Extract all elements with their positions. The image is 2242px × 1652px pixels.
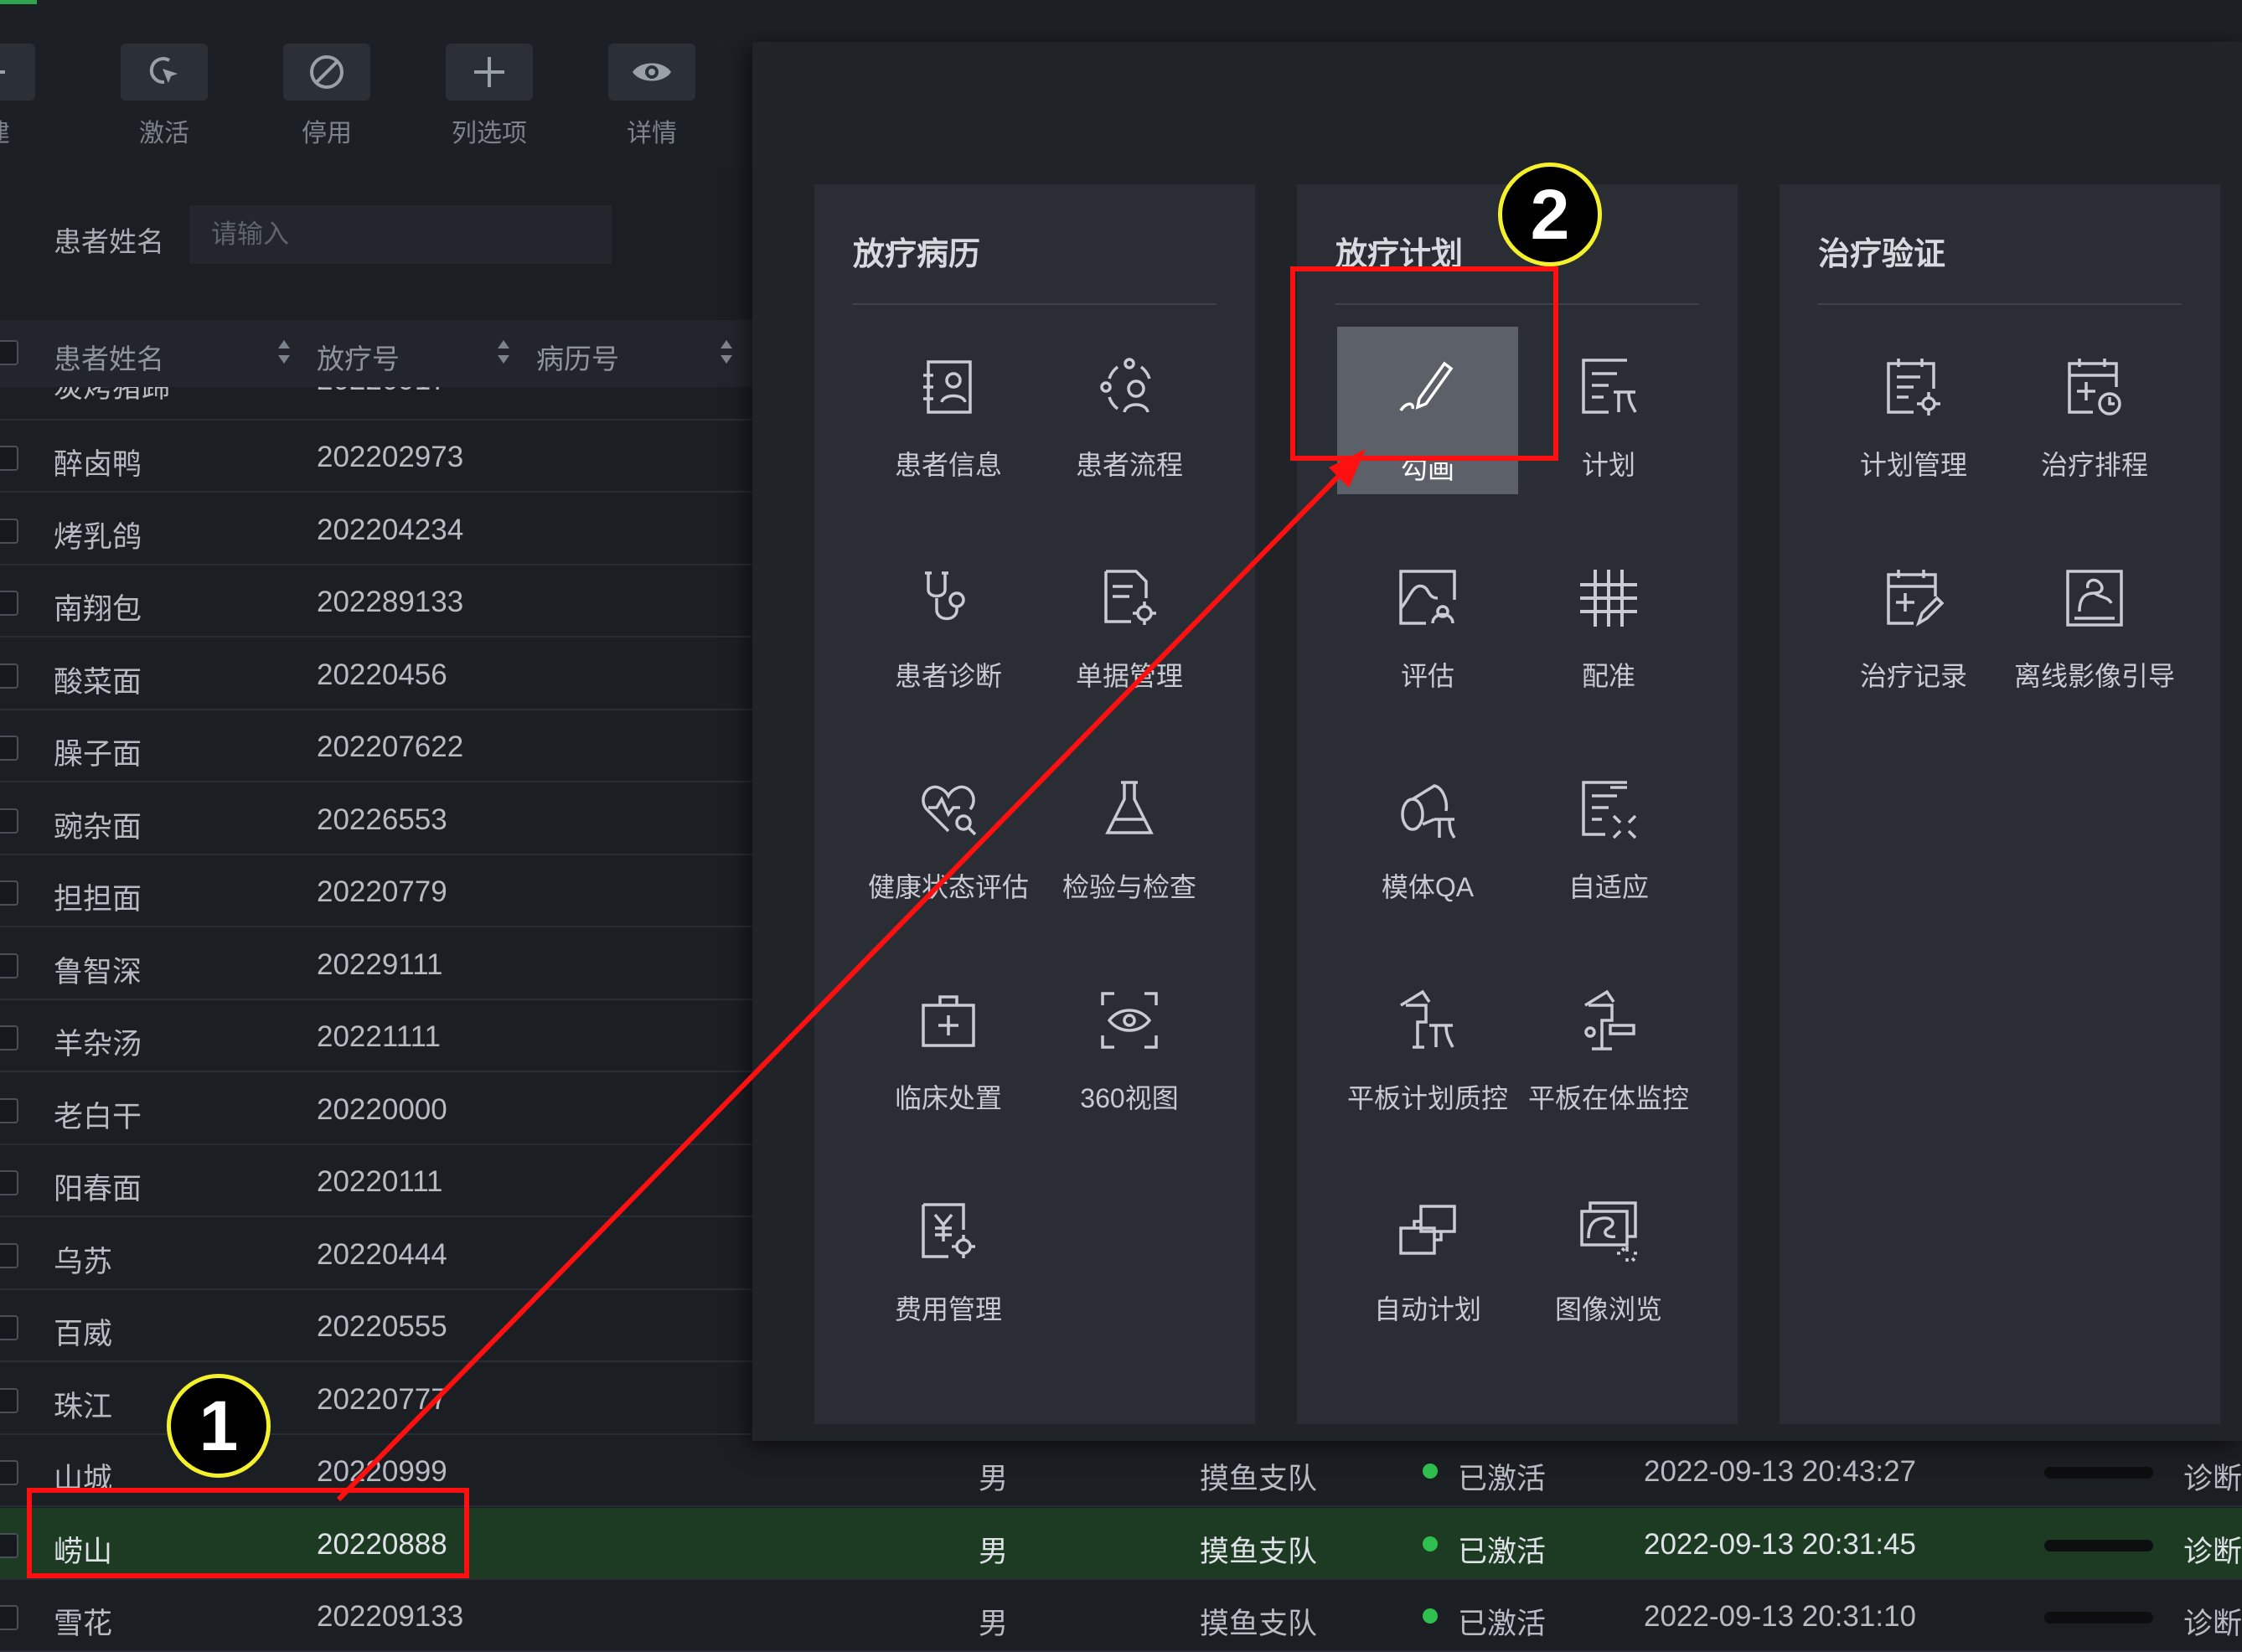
red-arrow [336,449,1366,1502]
